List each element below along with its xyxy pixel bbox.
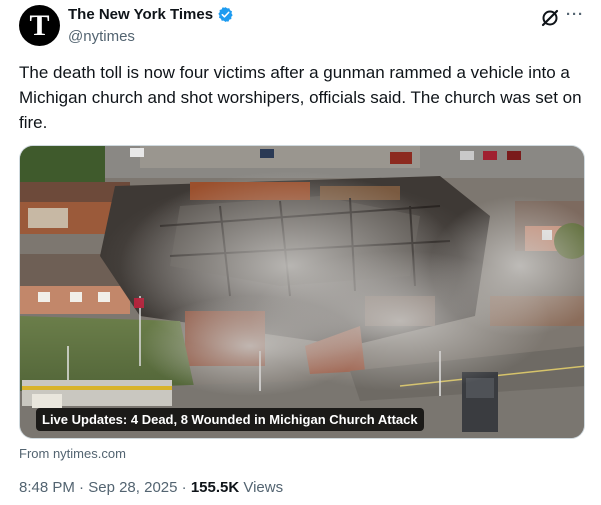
author-handle[interactable]: @nytimes [68, 28, 135, 45]
author-avatar[interactable]: T [19, 5, 60, 46]
meta-separator: · [79, 479, 85, 496]
views-label: Views [243, 479, 284, 496]
author-name[interactable]: The New York Times [68, 6, 213, 23]
tweet-time[interactable]: 8:48 PM [19, 479, 75, 496]
views-count: 155.5K [190, 479, 240, 496]
tweet-date[interactable]: Sep 28, 2025 [88, 479, 177, 496]
aerial-burned-church-photo [20, 146, 584, 438]
tweet-text: The death toll is now four victims after… [19, 63, 582, 132]
link-source[interactable]: From nytimes.com [19, 446, 126, 461]
tweet-media[interactable]: Live Updates: 4 Dead, 8 Wounded in Michi… [19, 145, 585, 439]
meta-separator: · [181, 479, 187, 496]
avatar-letter: T [29, 9, 50, 42]
tweet-meta: 8:48 PM · Sep 28, 2025 · 155.5K Views [19, 479, 283, 496]
grok-icon[interactable] [540, 8, 560, 28]
more-options-button[interactable]: ··· [566, 6, 584, 23]
media-caption[interactable]: Live Updates: 4 Dead, 8 Wounded in Michi… [36, 408, 424, 431]
verified-badge-icon [218, 7, 233, 22]
author-name-row: The New York Times [68, 6, 234, 23]
